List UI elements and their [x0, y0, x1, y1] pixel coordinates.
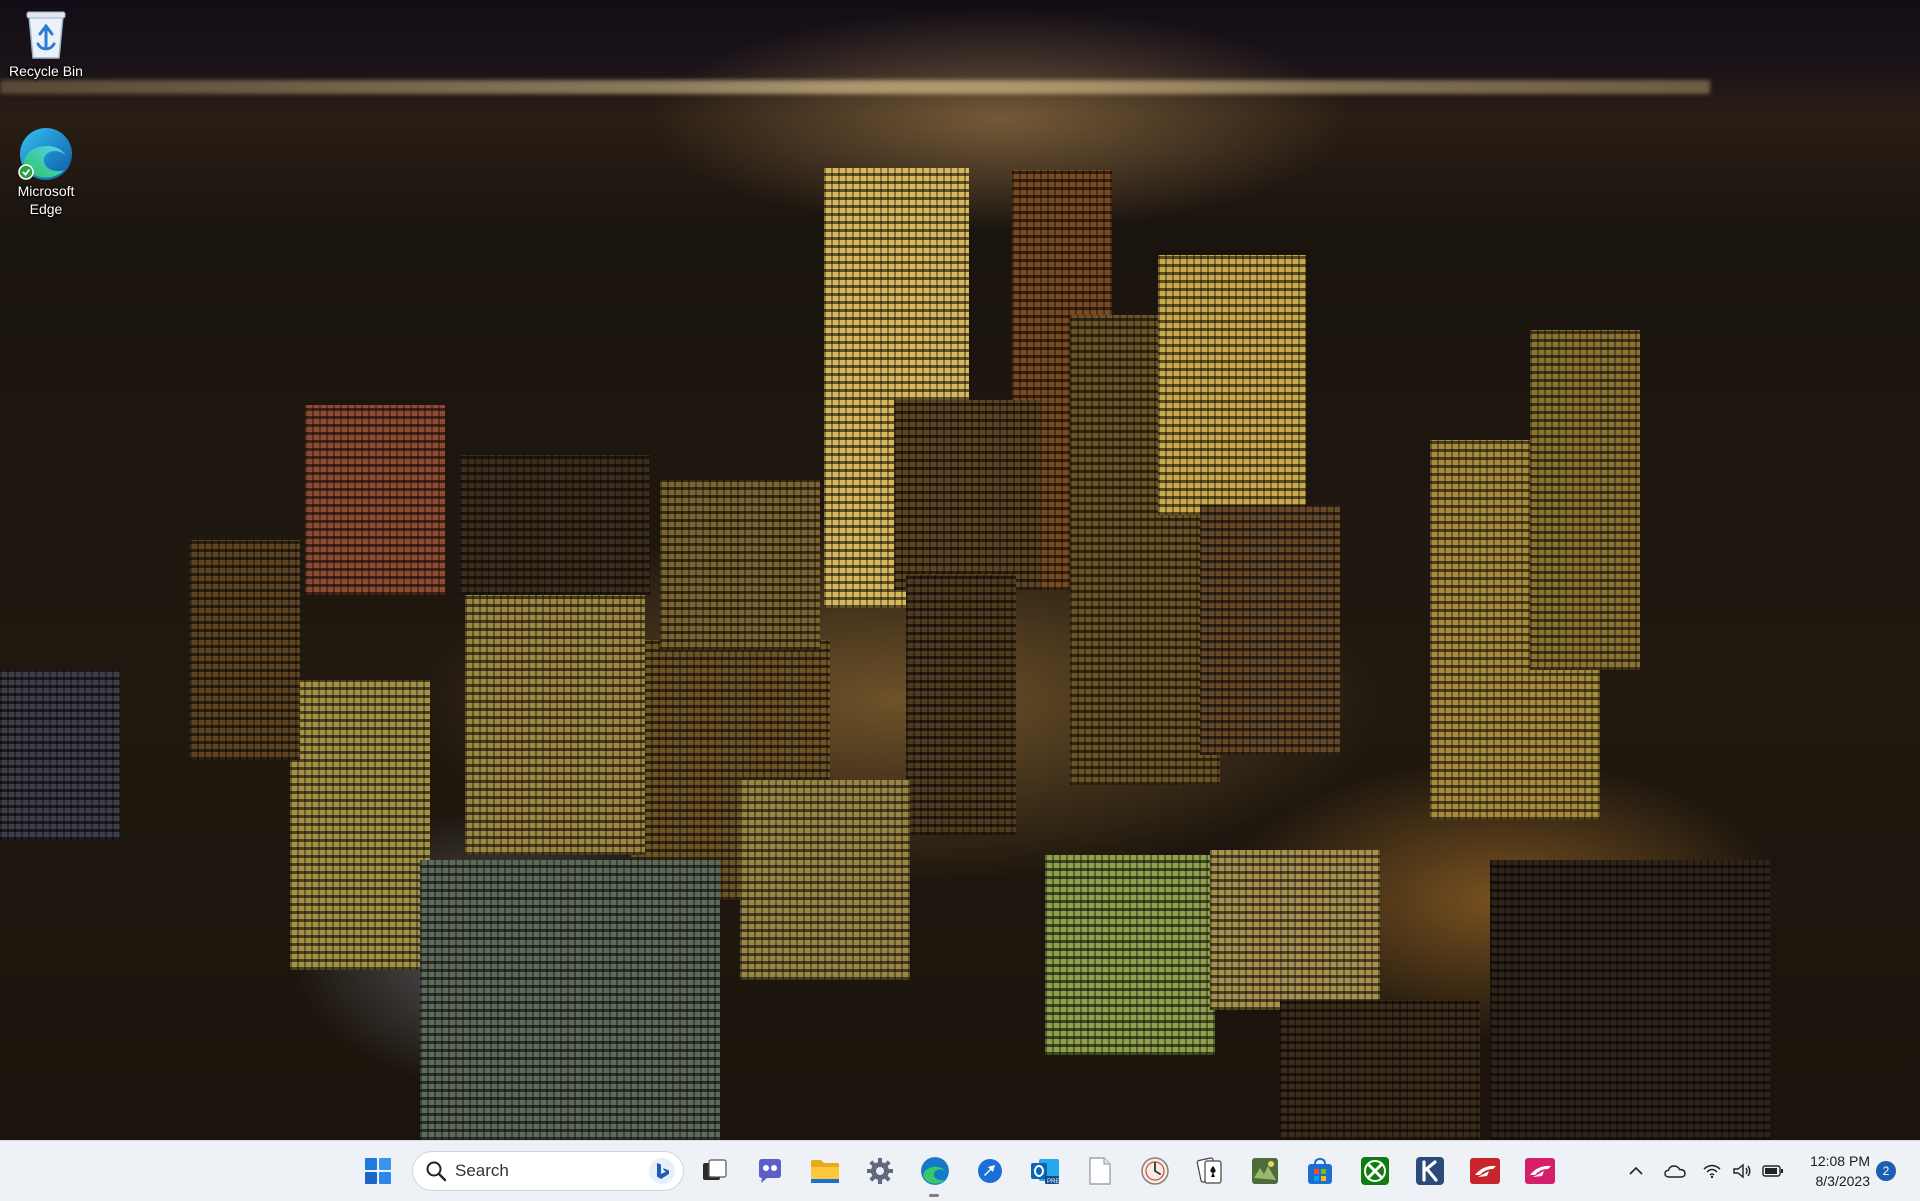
- forza-icon: [1525, 1158, 1555, 1184]
- chat-icon: [759, 1159, 781, 1183]
- building: [1200, 505, 1340, 755]
- building: [420, 860, 720, 1140]
- building: [1280, 1000, 1480, 1140]
- xbox-icon: [1361, 1157, 1389, 1185]
- building: [906, 575, 1016, 835]
- volume-icon: [1733, 1163, 1751, 1179]
- building: [894, 400, 1040, 590]
- building: [0, 670, 120, 840]
- desktop-icon-label: Microsoft Edge: [17, 183, 75, 217]
- search-icon: [426, 1161, 447, 1182]
- recycle-bin-icon: [18, 6, 74, 62]
- building: [465, 595, 645, 855]
- chat-button[interactable]: [748, 1149, 792, 1193]
- taskbar-clock[interactable]: 12:08 PM 8/3/2023: [1796, 1151, 1870, 1191]
- store-button[interactable]: [1298, 1149, 1342, 1193]
- task-view-button[interactable]: [692, 1149, 736, 1193]
- game-icon: [1252, 1158, 1278, 1184]
- gear-icon: [867, 1158, 893, 1184]
- building: [460, 455, 650, 595]
- notification-badge[interactable]: 2: [1876, 1161, 1896, 1181]
- active-app-indicator: [929, 1194, 939, 1197]
- file-explorer-button[interactable]: [803, 1149, 847, 1193]
- forza-button-1[interactable]: [1463, 1149, 1507, 1193]
- svg-text:PRE: PRE: [1047, 1179, 1059, 1185]
- clock-date: 8/3/2023: [1815, 1173, 1871, 1189]
- show-hidden-icons-button[interactable]: [1620, 1151, 1652, 1191]
- edge-icon: [921, 1157, 949, 1185]
- outlook-button[interactable]: PRE: [1023, 1149, 1067, 1193]
- building: [1530, 330, 1640, 670]
- notepad-button[interactable]: [1078, 1149, 1122, 1193]
- bing-icon[interactable]: [649, 1158, 675, 1184]
- clock-icon: [1141, 1157, 1169, 1185]
- k-app-button[interactable]: [1408, 1149, 1452, 1193]
- search-box[interactable]: Search: [412, 1151, 684, 1191]
- settings-button[interactable]: [858, 1149, 902, 1193]
- xbox-button[interactable]: [1353, 1149, 1397, 1193]
- horizon-lights: [0, 80, 1710, 94]
- building: [1490, 860, 1770, 1140]
- forza-button-2[interactable]: [1518, 1149, 1562, 1193]
- windows-start-icon: [365, 1158, 391, 1184]
- building: [1045, 855, 1215, 1055]
- quick-assist-button[interactable]: [968, 1149, 1012, 1193]
- building: [290, 680, 430, 970]
- solitaire-button[interactable]: [1188, 1149, 1232, 1193]
- quick-assist-icon: [978, 1159, 1002, 1183]
- building: [1210, 850, 1380, 1010]
- onedrive-tray-button[interactable]: [1658, 1151, 1692, 1191]
- clock-time: 12:08 PM: [1810, 1153, 1870, 1169]
- clock-app-button[interactable]: [1133, 1149, 1177, 1193]
- k-icon: [1416, 1157, 1444, 1185]
- desktop-icon-edge[interactable]: Microsoft Edge: [0, 126, 92, 218]
- task-view-icon: [703, 1159, 727, 1180]
- building: [660, 480, 820, 650]
- building: [1158, 255, 1306, 515]
- start-button[interactable]: [356, 1149, 400, 1193]
- solitaire-icon: [1196, 1157, 1222, 1184]
- chevron-up-icon: [1629, 1166, 1643, 1175]
- desktop-wallpaper: Recycle Bin Microsoft Edge: [0, 0, 1920, 1140]
- folder-icon: [811, 1160, 839, 1183]
- battery-icon: [1762, 1165, 1783, 1177]
- network-volume-battery-group[interactable]: [1702, 1163, 1784, 1179]
- onedrive-icon: [1664, 1165, 1686, 1178]
- edge-icon: [18, 126, 74, 182]
- desktop-icon-label: Recycle Bin: [9, 63, 83, 79]
- building: [305, 405, 445, 595]
- wifi-icon: [1703, 1164, 1721, 1179]
- taskbar: Search PRE 12:08 PM 8/3/2023 2: [0, 1140, 1920, 1201]
- game-button[interactable]: [1243, 1149, 1287, 1193]
- building: [740, 780, 910, 980]
- store-icon: [1308, 1157, 1332, 1184]
- building: [190, 540, 300, 760]
- search-placeholder: Search: [455, 1161, 509, 1180]
- forza-icon: [1470, 1158, 1500, 1184]
- outlook-icon: PRE: [1031, 1159, 1059, 1185]
- desktop-icon-recycle-bin[interactable]: Recycle Bin: [0, 6, 92, 80]
- edge-taskbar-button[interactable]: [913, 1149, 957, 1193]
- notepad-icon: [1089, 1157, 1111, 1185]
